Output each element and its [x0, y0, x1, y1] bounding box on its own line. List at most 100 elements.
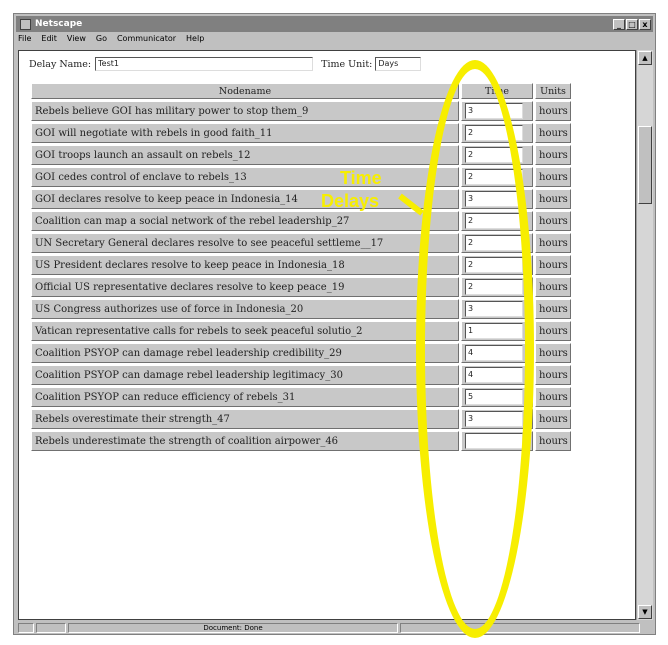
table-row: Coalition PSYOP can damage rebel leaders…: [31, 365, 571, 385]
row-units: hours: [535, 189, 571, 209]
row-time-cell: 2: [461, 145, 533, 165]
row-units: hours: [535, 343, 571, 363]
table-row: Rebels overestimate their strength_47 3 ho…: [31, 409, 571, 429]
row-nodename: Coalition PSYOP can damage rebel leaders…: [31, 343, 459, 363]
time-input[interactable]: 2: [465, 169, 523, 185]
status-bar: Document: Done: [18, 622, 653, 634]
time-input[interactable]: 4: [465, 367, 523, 383]
row-units: hours: [535, 365, 571, 385]
row-time-cell: 2: [461, 255, 533, 275]
row-time-cell: 4: [461, 365, 533, 385]
row-time-cell: 1: [461, 321, 533, 341]
row-time-cell: 3: [461, 299, 533, 319]
row-units: hours: [535, 123, 571, 143]
time-input[interactable]: 1: [465, 323, 523, 339]
row-units: hours: [535, 431, 571, 451]
row-nodename: US President declares resolve to keep pe…: [31, 255, 459, 275]
row-nodename: Official US representative declares reso…: [31, 277, 459, 297]
row-nodename: GOI cedes control of enclave to rebels_1…: [31, 167, 459, 187]
row-time-cell: 2: [461, 233, 533, 253]
row-units: hours: [535, 387, 571, 407]
delay-table: Nodename Time Units Rebels believe GOI h…: [29, 81, 573, 453]
header-units: Units: [535, 83, 571, 99]
menu-view[interactable]: View: [67, 34, 86, 48]
time-input[interactable]: 5: [465, 389, 523, 405]
menu-communicator[interactable]: Communicator: [117, 34, 176, 48]
vertical-scrollbar[interactable]: ▲ ▼: [636, 50, 653, 620]
connection-icon: [36, 623, 66, 633]
table-row: Vatican representative calls for rebels …: [31, 321, 571, 341]
page-content: Delay Name: Test1 Time Unit: Days Nodena…: [18, 50, 636, 620]
header-nodename: Nodename: [31, 83, 459, 99]
close-button[interactable]: x: [639, 18, 651, 30]
time-input[interactable]: 4: [465, 345, 523, 361]
table-row: UN Secretary General declares resolve to…: [31, 233, 571, 253]
menu-bar: File Edit View Go Communicator Help: [18, 34, 204, 48]
security-icon: [18, 623, 34, 633]
title-bar: Netscape _ □ x: [16, 16, 653, 32]
time-input[interactable]: 2: [465, 125, 523, 141]
time-input[interactable]: 3: [465, 191, 523, 207]
row-nodename: Coalition PSYOP can damage rebel leaders…: [31, 365, 459, 385]
time-input[interactable]: [465, 433, 523, 449]
row-nodename: Rebels believe GOI has military power to…: [31, 101, 459, 121]
minimize-button[interactable]: _: [613, 18, 625, 30]
table-row: GOI declares resolve to keep peace in In…: [31, 189, 571, 209]
menu-file[interactable]: File: [18, 34, 31, 48]
row-time-cell: 5: [461, 387, 533, 407]
delay-name-input[interactable]: Test1: [95, 57, 314, 71]
time-input[interactable]: 2: [465, 213, 523, 229]
scroll-thumb[interactable]: [638, 126, 652, 204]
row-units: hours: [535, 101, 571, 121]
row-nodename: Coalition PSYOP can reduce efficiency of…: [31, 387, 459, 407]
time-input[interactable]: 3: [465, 411, 523, 427]
row-time-cell: [461, 431, 533, 451]
table-row: US Congress authorizes use of force in I…: [31, 299, 571, 319]
time-unit-input[interactable]: Days: [375, 57, 422, 71]
scroll-down-icon[interactable]: ▼: [638, 605, 652, 619]
row-units: hours: [535, 211, 571, 231]
row-units: hours: [535, 299, 571, 319]
row-units: hours: [535, 277, 571, 297]
time-input[interactable]: 3: [465, 301, 523, 317]
time-input[interactable]: 2: [465, 279, 523, 295]
row-nodename: Vatican representative calls for rebels …: [31, 321, 459, 341]
time-input[interactable]: 2: [465, 147, 523, 163]
menu-help[interactable]: Help: [186, 34, 204, 48]
component-bar: [400, 623, 640, 633]
scroll-up-icon[interactable]: ▲: [638, 51, 652, 65]
row-time-cell: 3: [461, 189, 533, 209]
time-input[interactable]: 2: [465, 257, 523, 273]
row-time-cell: 3: [461, 409, 533, 429]
time-input[interactable]: 2: [465, 235, 523, 251]
row-time-cell: 2: [461, 277, 533, 297]
time-input[interactable]: 3: [465, 103, 523, 119]
table-row: Rebels underestimate the strength of coa…: [31, 431, 571, 451]
row-nodename: GOI troops launch an assault on rebels_1…: [31, 145, 459, 165]
table-row: Coalition can map a social network of th…: [31, 211, 571, 231]
table-row: Coalition PSYOP can damage rebel leaders…: [31, 343, 571, 363]
table-row: GOI troops launch an assault on rebels_1…: [31, 145, 571, 165]
row-time-cell: 2: [461, 123, 533, 143]
table-row: GOI will negotiate with rebels in good f…: [31, 123, 571, 143]
table-row: US President declares resolve to keep pe…: [31, 255, 571, 275]
row-units: hours: [535, 167, 571, 187]
row-units: hours: [535, 409, 571, 429]
row-units: hours: [535, 145, 571, 165]
row-time-cell: 3: [461, 101, 533, 121]
browser-window: Netscape _ □ x File Edit View Go Communi…: [13, 13, 656, 635]
time-unit-label: Time Unit:: [321, 58, 373, 70]
window-title: Netscape: [35, 19, 83, 29]
menu-go[interactable]: Go: [96, 34, 107, 48]
row-time-cell: 2: [461, 211, 533, 231]
maximize-button[interactable]: □: [626, 18, 638, 30]
row-nodename: US Congress authorizes use of force in I…: [31, 299, 459, 319]
delay-form-header: Delay Name: Test1 Time Unit: Days: [29, 57, 422, 71]
menu-edit[interactable]: Edit: [41, 34, 57, 48]
row-nodename: Rebels underestimate the strength of coa…: [31, 431, 459, 451]
row-units: hours: [535, 255, 571, 275]
row-time-cell: 2: [461, 167, 533, 187]
delay-name-label: Delay Name:: [29, 58, 92, 70]
table-row: Coalition PSYOP can reduce efficiency of…: [31, 387, 571, 407]
header-time: Time: [461, 83, 533, 99]
